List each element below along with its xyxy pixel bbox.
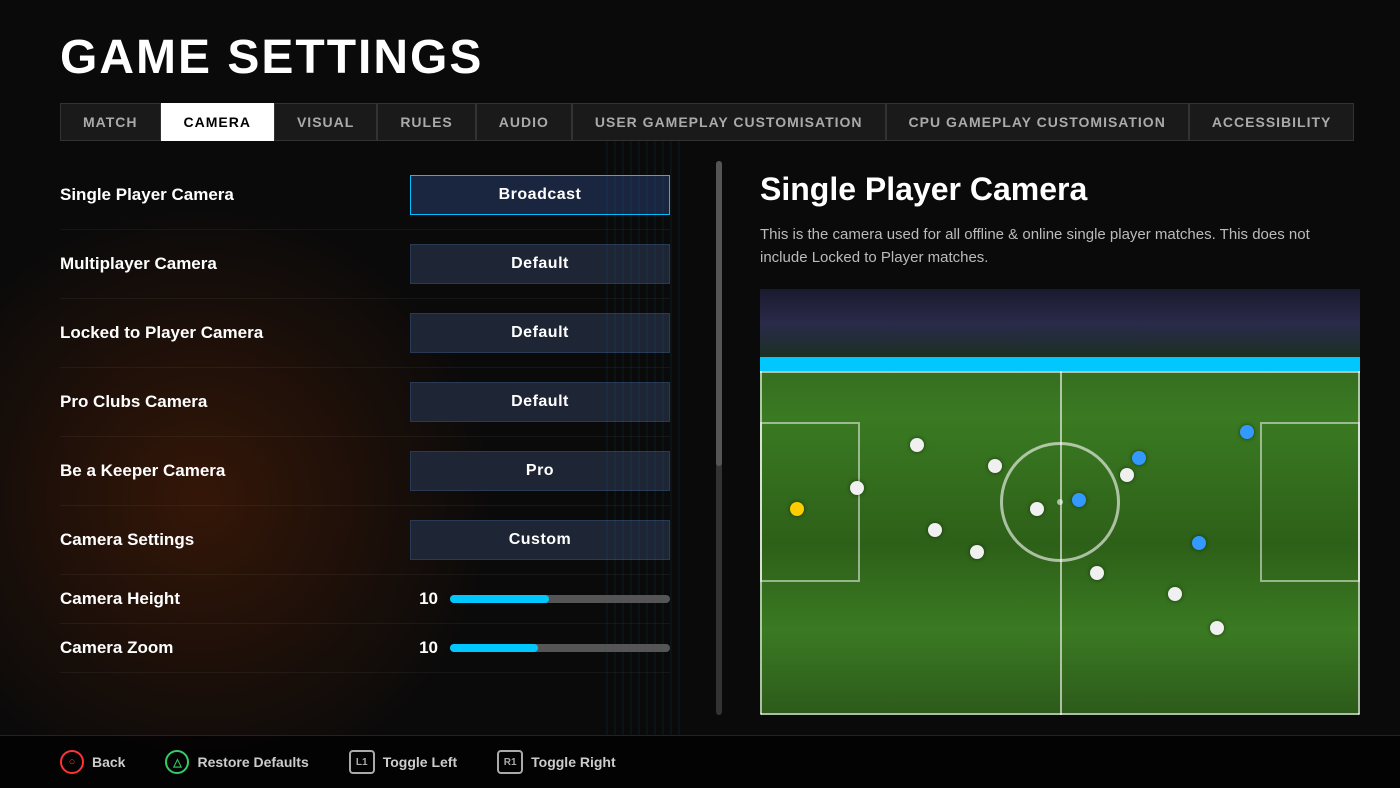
player-white-6 <box>1030 502 1044 516</box>
info-panel: Single Player Camera This is the camera … <box>730 141 1400 735</box>
bottom-bar: ○ Back △ Restore Defaults L1 Toggle Left… <box>0 735 1400 788</box>
back-icon: ○ <box>60 750 84 774</box>
player-white-5 <box>970 545 984 559</box>
toggle-right-hint: R1 Toggle Right <box>497 750 616 774</box>
r1-icon: R1 <box>497 750 523 774</box>
setting-label-single-player-camera: Single Player Camera <box>60 185 410 205</box>
dropdown-camera-settings[interactable]: Custom <box>410 520 670 560</box>
player-blue-2 <box>1132 451 1146 465</box>
value-camera-height: 10 <box>403 589 438 609</box>
setting-label-multiplayer-camera: Multiplayer Camera <box>60 254 410 274</box>
player-white-7 <box>1090 566 1104 580</box>
control-pro-clubs-camera: Default <box>410 382 670 422</box>
info-panel-description: This is the camera used for all offline … <box>760 224 1320 269</box>
l1-icon: L1 <box>349 750 375 774</box>
control-locked-player-camera: Default <box>410 313 670 353</box>
tab-match[interactable]: MATCH <box>60 103 161 141</box>
camera-preview <box>760 289 1360 715</box>
scrollbar-thumb[interactable] <box>716 161 722 466</box>
player-white-3 <box>928 523 942 537</box>
dropdown-pro-clubs-camera[interactable]: Default <box>410 382 670 422</box>
player-white-1 <box>850 481 864 495</box>
restore-label: Restore Defaults <box>197 754 308 770</box>
back-label: Back <box>92 754 125 770</box>
player-blue-4 <box>1240 425 1254 439</box>
setting-camera-height: Camera Height 10 <box>60 575 670 624</box>
setting-label-keeper-camera: Be a Keeper Camera <box>60 461 410 481</box>
toggle-left-label: Toggle Left <box>383 754 457 770</box>
label-camera-height: Camera Height <box>60 589 403 609</box>
dropdown-locked-player-camera[interactable]: Default <box>410 313 670 353</box>
toggle-right-label: Toggle Right <box>531 754 616 770</box>
tab-visual[interactable]: VISUAL <box>274 103 377 141</box>
control-keeper-camera: Pro <box>410 451 670 491</box>
right-penalty-box <box>1260 422 1360 582</box>
setting-locked-player-camera: Locked to Player Camera Default <box>60 299 670 368</box>
content-area: Single Player Camera Broadcast Multiplay… <box>0 141 1400 735</box>
center-dot <box>1057 499 1063 505</box>
control-single-player-camera: Broadcast <box>410 175 670 215</box>
tab-bar: MATCH CAMERA VISUAL RULES AUDIO USER GAM… <box>60 103 1340 141</box>
tab-cpu-gameplay[interactable]: CPU GAMEPLAY CUSTOMISATION <box>886 103 1189 141</box>
player-white-4 <box>988 459 1002 473</box>
dropdown-single-player-camera[interactable]: Broadcast <box>410 175 670 215</box>
crowd-area <box>760 289 1360 359</box>
setting-camera-settings: Camera Settings Custom <box>60 506 670 575</box>
control-multiplayer-camera: Default <box>410 244 670 284</box>
page-title: GAME SETTINGS <box>60 30 1340 85</box>
ad-board <box>760 357 1360 371</box>
setting-label-pro-clubs-camera: Pro Clubs Camera <box>60 392 410 412</box>
scrollbar-track[interactable] <box>716 161 722 715</box>
goalkeeper <box>790 502 804 516</box>
dropdown-multiplayer-camera[interactable]: Default <box>410 244 670 284</box>
setting-keeper-camera: Be a Keeper Camera Pro <box>60 437 670 506</box>
setting-label-locked-player-camera: Locked to Player Camera <box>60 323 410 343</box>
toggle-left-hint: L1 Toggle Left <box>349 750 457 774</box>
restore-icon: △ <box>165 750 189 774</box>
slider-camera-height[interactable] <box>450 595 670 603</box>
back-hint: ○ Back <box>60 750 125 774</box>
tab-rules[interactable]: RULES <box>377 103 475 141</box>
football-field <box>760 289 1360 715</box>
tab-accessibility[interactable]: ACCESSIBILITY <box>1189 103 1355 141</box>
settings-panel: Single Player Camera Broadcast Multiplay… <box>0 141 730 735</box>
player-white-9 <box>1168 587 1182 601</box>
value-camera-zoom: 10 <box>403 638 438 658</box>
dropdown-keeper-camera[interactable]: Pro <box>410 451 670 491</box>
slider-fill-camera-height <box>450 595 549 603</box>
tab-user-gameplay[interactable]: USER GAMEPLAY CUSTOMISATION <box>572 103 886 141</box>
player-white-2 <box>910 438 924 452</box>
slider-camera-zoom[interactable] <box>450 644 670 652</box>
player-white-10 <box>1210 621 1224 635</box>
setting-single-player-camera: Single Player Camera Broadcast <box>60 161 670 230</box>
setting-label-camera-settings: Camera Settings <box>60 530 410 550</box>
slider-fill-camera-zoom <box>450 644 538 652</box>
setting-pro-clubs-camera: Pro Clubs Camera Default <box>60 368 670 437</box>
setting-camera-zoom: Camera Zoom 10 <box>60 624 670 673</box>
tab-camera[interactable]: CAMERA <box>161 103 274 141</box>
label-camera-zoom: Camera Zoom <box>60 638 403 658</box>
player-white-8 <box>1120 468 1134 482</box>
info-panel-title: Single Player Camera <box>760 171 1360 208</box>
restore-hint: △ Restore Defaults <box>165 750 308 774</box>
control-camera-settings: Custom <box>410 520 670 560</box>
left-penalty-box <box>760 422 860 582</box>
player-blue-3 <box>1192 536 1206 550</box>
tab-audio[interactable]: AUDIO <box>476 103 572 141</box>
header: GAME SETTINGS MATCH CAMERA VISUAL RULES … <box>0 0 1400 141</box>
setting-multiplayer-camera: Multiplayer Camera Default <box>60 230 670 299</box>
